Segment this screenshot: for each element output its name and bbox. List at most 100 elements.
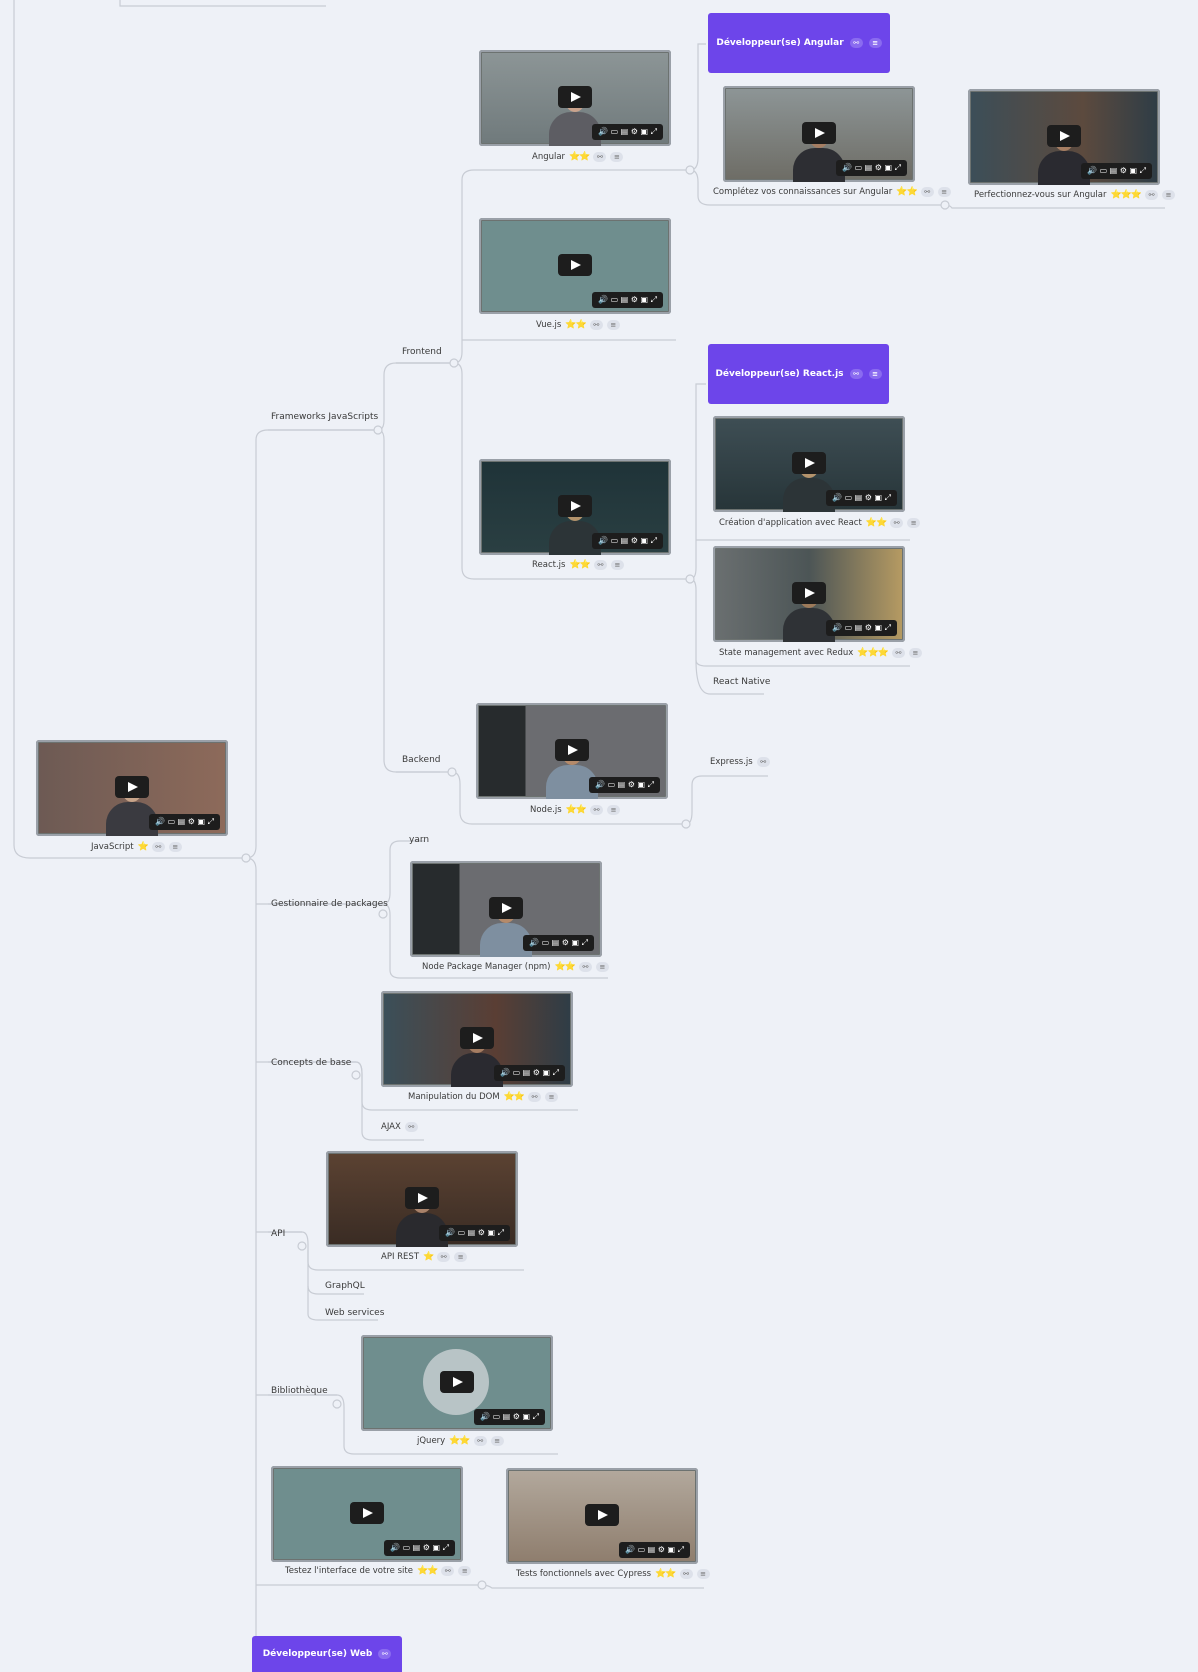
link-icon[interactable]: ⚯	[890, 518, 904, 528]
video-vue[interactable]: 🔊 ▭ ▤ ⚙ ▣ ⤢	[479, 218, 671, 314]
play-icon[interactable]	[792, 452, 826, 475]
play-icon[interactable]	[350, 1502, 384, 1525]
label-pkg[interactable]: Gestionnaire de packages	[271, 898, 388, 910]
video-api-rest[interactable]: 🔊 ▭ ▤ ⚙ ▣ ⤢	[326, 1151, 518, 1247]
play-icon[interactable]	[802, 122, 836, 145]
node-react[interactable]: React.js ⭐⭐ ⚯ ≡	[532, 560, 624, 570]
node-vue[interactable]: Vue.js ⭐⭐ ⚯ ≡	[536, 320, 620, 330]
badge-developpeur-angular[interactable]: Développeur(se) Angular ⚯ ≡	[708, 13, 890, 73]
node-completez[interactable]: Complétez vos connaissances sur Angular …	[713, 187, 951, 197]
node-testez[interactable]: Testez l'interface de votre site ⭐⭐ ⚯ ≡	[285, 1566, 472, 1576]
notes-icon[interactable]: ≡	[168, 842, 182, 852]
link-icon[interactable]: ⚯	[378, 1649, 392, 1659]
node-jquery[interactable]: jQuery ⭐⭐ ⚯ ≡	[417, 1436, 504, 1446]
label-graphql[interactable]: GraphQL	[325, 1280, 365, 1292]
video-node[interactable]: 🔊 ▭ ▤ ⚙ ▣ ⤢	[476, 703, 668, 799]
notes-icon[interactable]: ≡	[868, 369, 882, 379]
label-concepts[interactable]: Concepts de base	[271, 1057, 351, 1069]
notes-icon[interactable]: ≡	[545, 1092, 559, 1102]
play-icon[interactable]	[558, 86, 592, 109]
player-controls[interactable]: 🔊 ▭ ▤ ⚙ ▣ ⤢	[589, 777, 660, 793]
label-frontend[interactable]: Frontend	[402, 346, 442, 358]
node-redux[interactable]: State management avec Redux ⭐⭐⭐ ⚯ ≡	[719, 648, 922, 658]
link-icon[interactable]: ⚯	[891, 648, 905, 658]
link-icon[interactable]: ⚯	[849, 38, 863, 48]
node-cypress[interactable]: Tests fonctionnels avec Cypress ⭐⭐ ⚯ ≡	[516, 1569, 710, 1579]
label-react-native[interactable]: React Native	[713, 676, 770, 688]
player-controls[interactable]: 🔊 ▭ ▤ ⚙ ▣ ⤢	[836, 160, 907, 176]
node-node[interactable]: Node.js ⭐⭐ ⚯ ≡	[530, 805, 621, 815]
notes-icon[interactable]: ≡	[696, 1569, 710, 1579]
link-icon[interactable]: ⚯	[589, 320, 603, 330]
label-backend[interactable]: Backend	[402, 754, 440, 766]
link-icon[interactable]: ⚯	[151, 842, 165, 852]
badge-developpeur-web[interactable]: Développeur(se) Web ⚯	[252, 1636, 402, 1672]
video-perfectionnez-angular[interactable]: 🔊 ▭ ▤ ⚙ ▣ ⤢	[968, 89, 1160, 185]
badge-developpeur-react[interactable]: Développeur(se) React.js ⚯ ≡	[708, 344, 889, 404]
player-controls[interactable]: 🔊 ▭ ▤ ⚙ ▣ ⤢	[523, 935, 594, 951]
play-icon[interactable]	[115, 776, 149, 799]
node-javascript[interactable]: JavaScript ⭐ ⚯ ≡	[91, 842, 182, 852]
link-icon[interactable]: ⚯	[437, 1252, 451, 1262]
player-controls[interactable]: 🔊 ▭ ▤ ⚙ ▣ ⤢	[474, 1409, 545, 1425]
notes-icon[interactable]: ≡	[458, 1566, 472, 1576]
link-icon[interactable]: ⚯	[578, 962, 592, 972]
player-controls[interactable]: 🔊 ▭ ▤ ⚙ ▣ ⤢	[384, 1540, 455, 1556]
notes-icon[interactable]: ≡	[610, 560, 624, 570]
video-redux[interactable]: 🔊 ▭ ▤ ⚙ ▣ ⤢	[713, 546, 905, 642]
label-webservices[interactable]: Web services	[325, 1307, 384, 1319]
label-ajax[interactable]: AJAX ⚯	[381, 1122, 418, 1132]
play-icon[interactable]	[405, 1187, 439, 1210]
link-icon[interactable]: ⚯	[404, 1122, 418, 1132]
player-controls[interactable]: 🔊 ▭ ▤ ⚙ ▣ ⤢	[592, 533, 663, 549]
link-icon[interactable]: ⚯	[593, 560, 607, 570]
video-dom[interactable]: 🔊 ▭ ▤ ⚙ ▣ ⤢	[381, 991, 573, 1087]
notes-icon[interactable]: ≡	[908, 648, 922, 658]
play-icon[interactable]	[792, 582, 826, 605]
link-icon[interactable]: ⚯	[920, 187, 934, 197]
link-icon[interactable]: ⚯	[590, 805, 604, 815]
label-frameworks[interactable]: Frameworks JavaScripts	[271, 411, 378, 423]
video-npm[interactable]: 🔊 ▭ ▤ ⚙ ▣ ⤢	[410, 861, 602, 957]
video-completez-angular[interactable]: 🔊 ▭ ▤ ⚙ ▣ ⤢	[723, 86, 915, 182]
notes-icon[interactable]: ≡	[454, 1252, 468, 1262]
notes-icon[interactable]: ≡	[1162, 190, 1176, 200]
play-icon[interactable]	[1047, 125, 1081, 148]
node-creation[interactable]: Création d'application avec React ⭐⭐ ⚯ ≡	[719, 518, 921, 528]
video-angular[interactable]: 🔊 ▭ ▤ ⚙ ▣ ⤢	[479, 50, 671, 146]
play-icon[interactable]	[558, 495, 592, 518]
video-jquery[interactable]: 🔊 ▭ ▤ ⚙ ▣ ⤢	[361, 1335, 553, 1431]
label-api[interactable]: API	[271, 1228, 285, 1240]
player-controls[interactable]: 🔊 ▭ ▤ ⚙ ▣ ⤢	[592, 292, 663, 308]
player-controls[interactable]: 🔊 ▭ ▤ ⚙ ▣ ⤢	[494, 1065, 565, 1081]
player-controls[interactable]: 🔊 ▭ ▤ ⚙ ▣ ⤢	[592, 124, 663, 140]
video-react[interactable]: 🔊 ▭ ▤ ⚙ ▣ ⤢	[479, 459, 671, 555]
player-controls[interactable]: 🔊 ▭ ▤ ⚙ ▣ ⤢	[439, 1225, 510, 1241]
player-controls[interactable]: 🔊 ▭ ▤ ⚙ ▣ ⤢	[826, 620, 897, 636]
node-perfectionnez[interactable]: Perfectionnez-vous sur Angular ⭐⭐⭐ ⚯ ≡	[974, 190, 1176, 200]
notes-icon[interactable]: ≡	[490, 1436, 504, 1446]
label-yarn[interactable]: yarn	[409, 834, 429, 846]
notes-icon[interactable]: ≡	[606, 320, 620, 330]
node-api-rest[interactable]: API REST ⭐ ⚯ ≡	[381, 1252, 468, 1262]
play-icon[interactable]	[558, 254, 592, 277]
play-icon[interactable]	[440, 1371, 474, 1394]
video-creation-react[interactable]: 🔊 ▭ ▤ ⚙ ▣ ⤢	[713, 416, 905, 512]
link-icon[interactable]: ⚯	[473, 1436, 487, 1446]
link-icon[interactable]: ⚯	[849, 369, 863, 379]
play-icon[interactable]	[555, 739, 589, 762]
node-npm[interactable]: Node Package Manager (npm) ⭐⭐ ⚯ ≡	[422, 962, 609, 972]
play-icon[interactable]	[585, 1504, 619, 1527]
notes-icon[interactable]: ≡	[595, 962, 609, 972]
notes-icon[interactable]: ≡	[607, 805, 621, 815]
link-icon[interactable]: ⚯	[441, 1566, 455, 1576]
notes-icon[interactable]: ≡	[907, 518, 921, 528]
video-javascript[interactable]: 🔊 ▭ ▤ ⚙ ▣ ⤢	[36, 740, 228, 836]
video-testez[interactable]: 🔊 ▭ ▤ ⚙ ▣ ⤢	[271, 1466, 463, 1562]
player-controls[interactable]: 🔊 ▭ ▤ ⚙ ▣ ⤢	[826, 490, 897, 506]
label-bibliotheque[interactable]: Bibliothèque	[271, 1385, 328, 1397]
link-icon[interactable]: ⚯	[1145, 190, 1159, 200]
link-icon[interactable]: ⚯	[756, 757, 770, 767]
label-express[interactable]: Express.js ⚯	[710, 757, 770, 767]
player-controls[interactable]: 🔊 ▭ ▤ ⚙ ▣ ⤢	[1081, 163, 1152, 179]
